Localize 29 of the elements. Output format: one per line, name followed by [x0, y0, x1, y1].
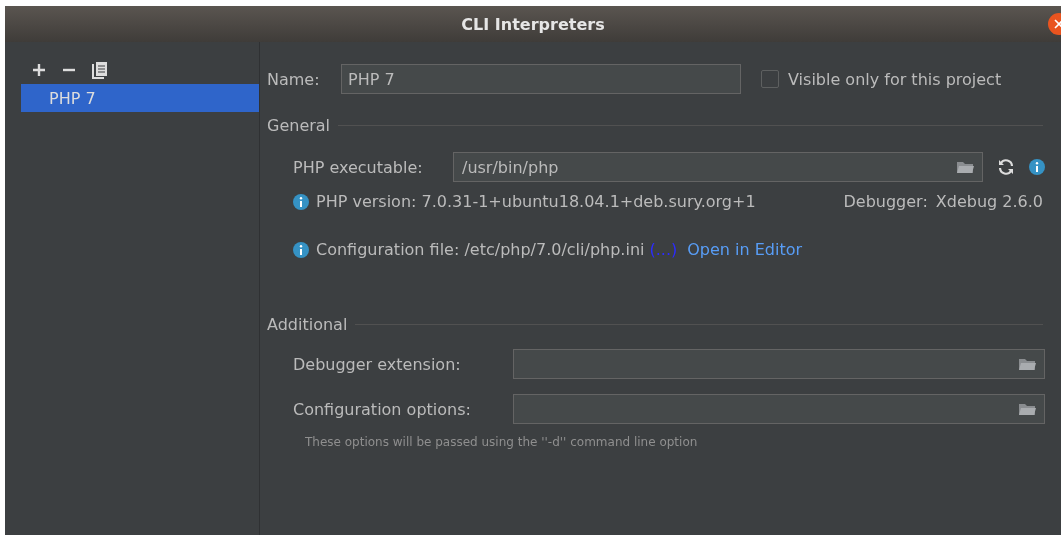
field-label: Debugger extension: — [293, 354, 462, 374]
info-icon — [1029, 159, 1045, 175]
field-label: Configuration options: — [293, 399, 472, 419]
copy-icon[interactable] — [92, 61, 108, 79]
path-field[interactable]: /usr/bin/php — [453, 152, 983, 182]
refresh-icon[interactable] — [997, 158, 1015, 176]
debugger-value: Xdebug 2.6.0 — [935, 192, 1043, 211]
hint-text: These options will be passed using the ''-d'' command line option — [304, 435, 699, 449]
field-label: PHP executable: — [293, 157, 424, 177]
path-field[interactable] — [513, 349, 1045, 379]
window-title: CLI Interpreters — [461, 14, 605, 34]
name-label: Name: — [267, 69, 321, 89]
debugger-label: Debugger: — [843, 192, 928, 211]
name-field[interactable]: PHP 7 — [341, 64, 741, 94]
section-title: Additional — [267, 315, 348, 334]
config-file-text: Configuration file: /etc/php/7.0/cli/php.ini — [316, 240, 645, 259]
path-field[interactable] — [513, 394, 1045, 424]
checkbox[interactable] — [761, 70, 779, 88]
info-icon — [293, 241, 309, 258]
info-icon — [293, 193, 309, 210]
open-in-editor-link[interactable]: Open in Editor — [687, 240, 803, 259]
version-text: PHP version: 7.0.31-1+ubuntu18.04.1+deb.sury.org+1 — [316, 192, 756, 211]
folder-icon[interactable] — [1018, 402, 1036, 416]
section-title: General — [267, 116, 331, 135]
checkbox-label: Visible only for this project — [788, 69, 1002, 89]
add-icon[interactable] — [32, 63, 46, 77]
folder-icon[interactable] — [956, 160, 974, 174]
folder-icon[interactable] — [1018, 357, 1036, 371]
interpreter-item[interactable]: PHP 7 — [21, 84, 259, 112]
